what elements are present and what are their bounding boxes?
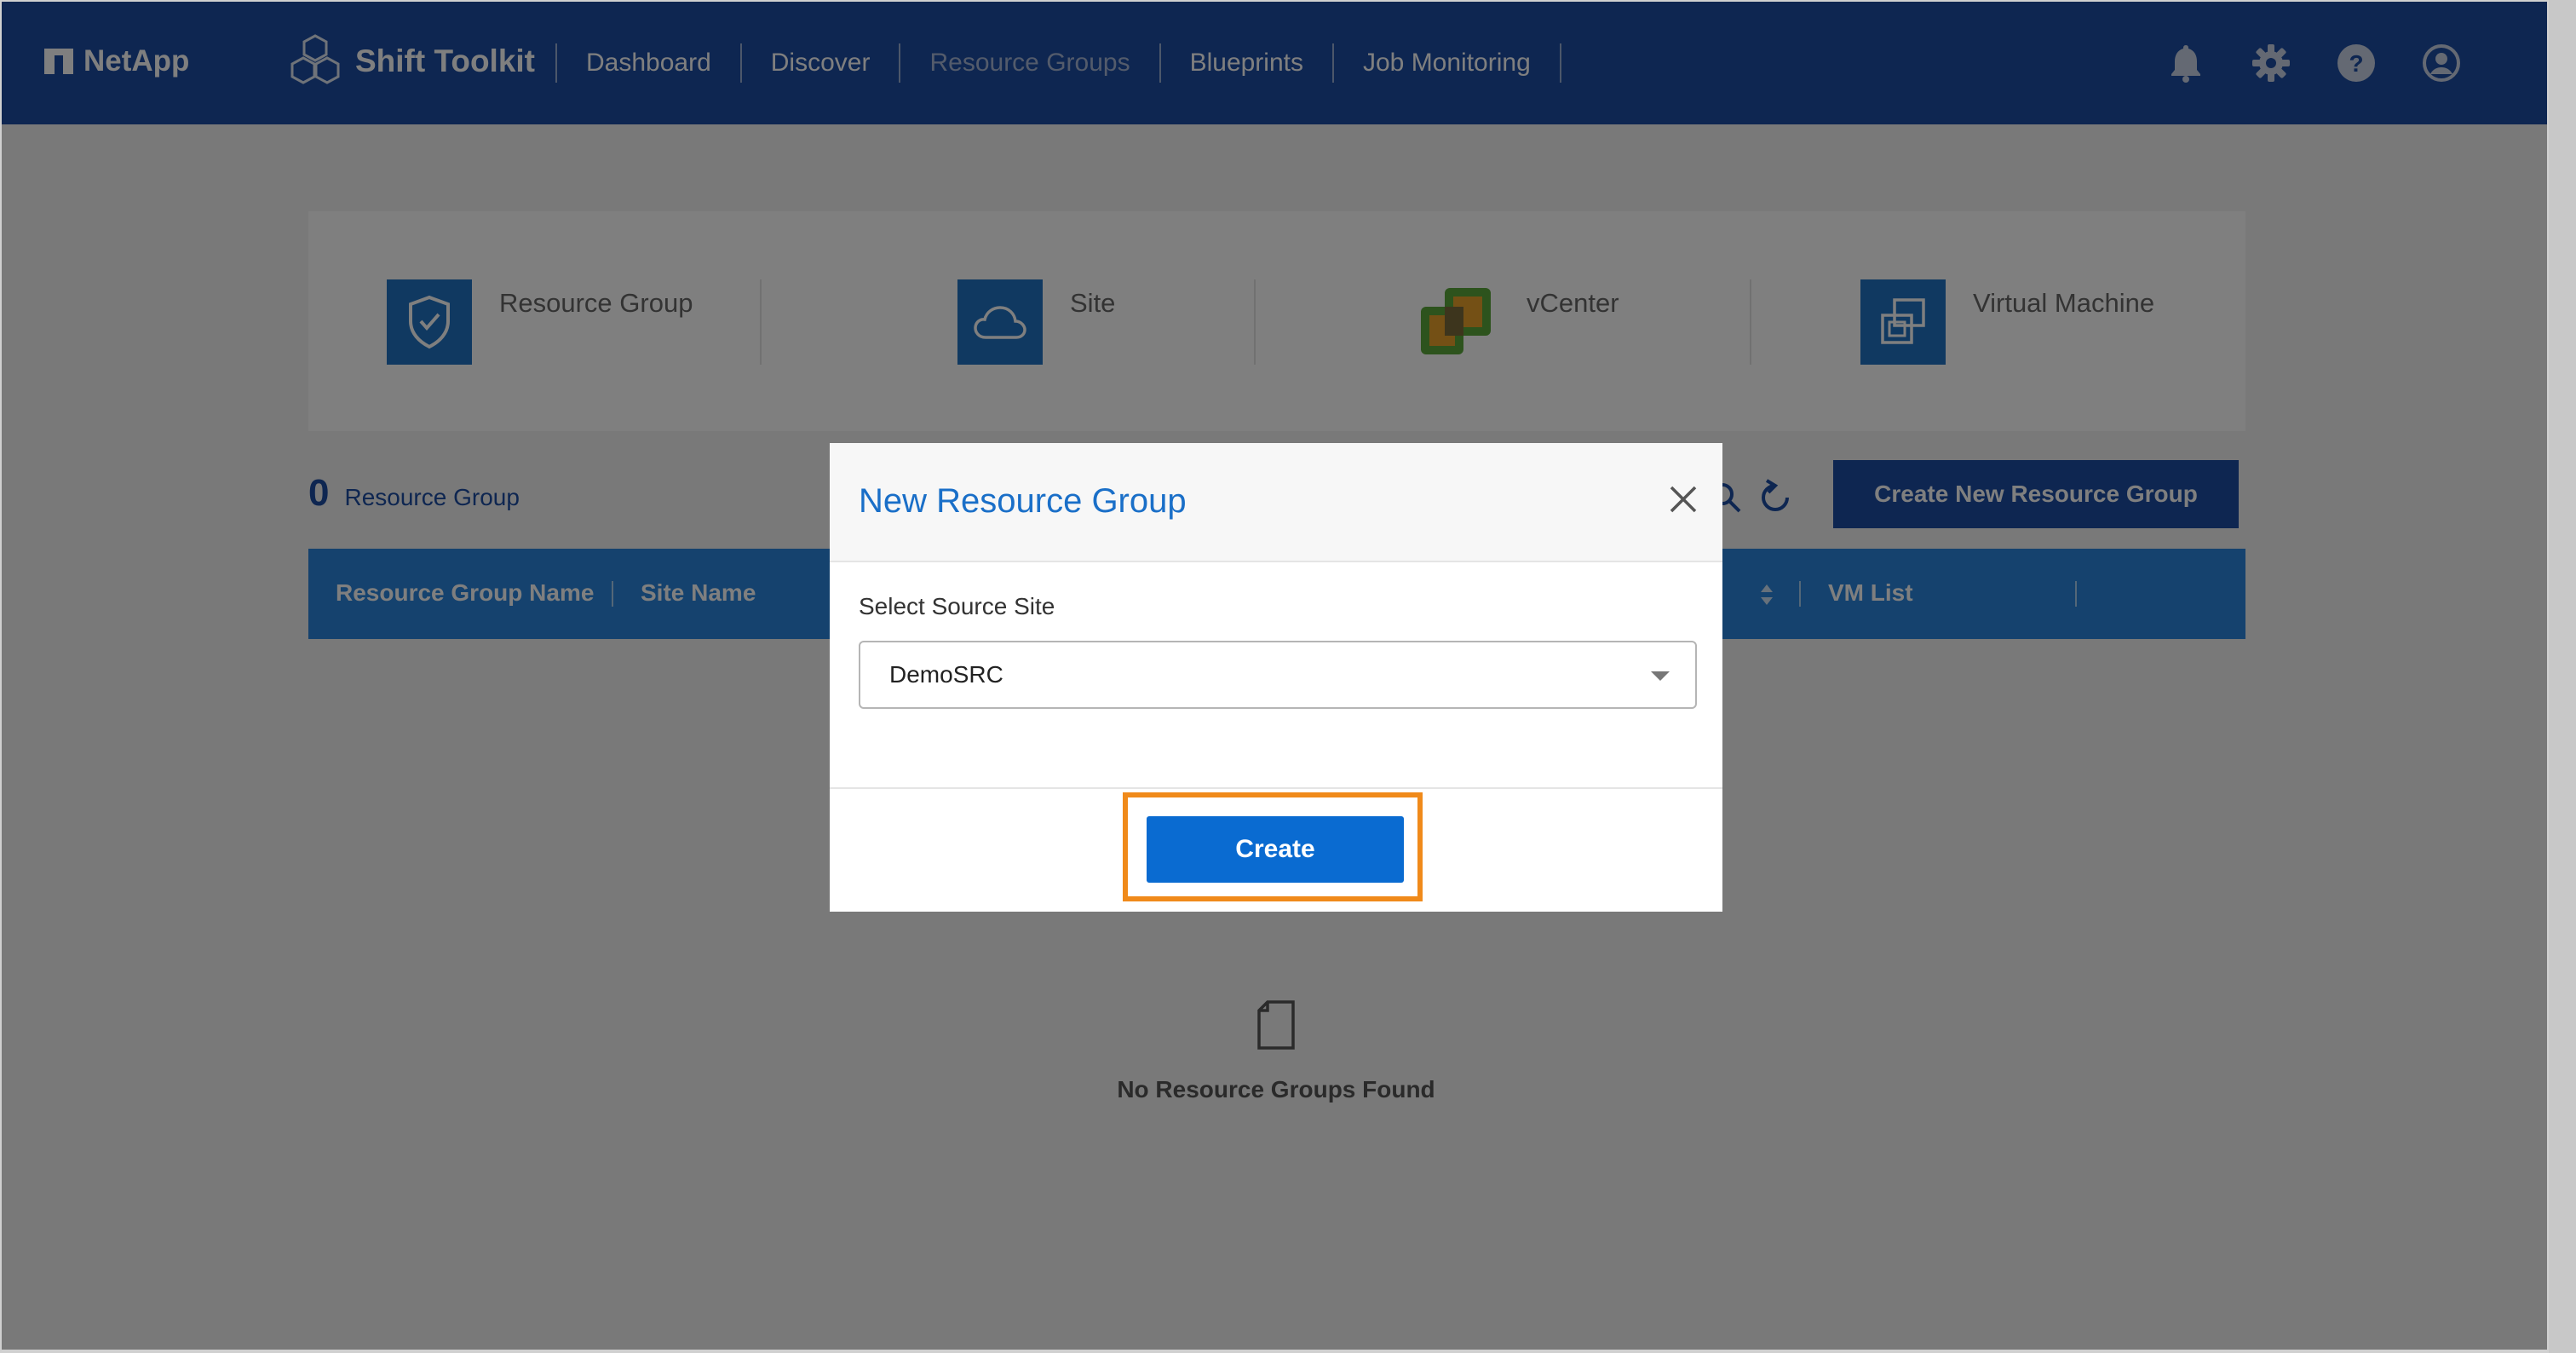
window-edge xyxy=(2549,0,2576,1353)
close-icon[interactable] xyxy=(1665,481,1702,518)
new-resource-group-dialog: New Resource Group Select Source Site De… xyxy=(830,443,1722,912)
source-site-select[interactable]: DemoSRC xyxy=(859,641,1697,709)
chevron-down-icon xyxy=(1651,671,1670,681)
source-site-label: Select Source Site xyxy=(859,593,1055,619)
selected-site-value: DemoSRC xyxy=(889,661,1003,688)
create-button[interactable]: Create xyxy=(1147,816,1404,883)
dialog-title: New Resource Group xyxy=(859,482,1187,520)
dialog-footer-divider xyxy=(830,787,1722,789)
dialog-header: New Resource Group xyxy=(830,443,1722,562)
app-window: NetApp Shift Toolkit Dashboard Discover … xyxy=(2,2,2547,1350)
